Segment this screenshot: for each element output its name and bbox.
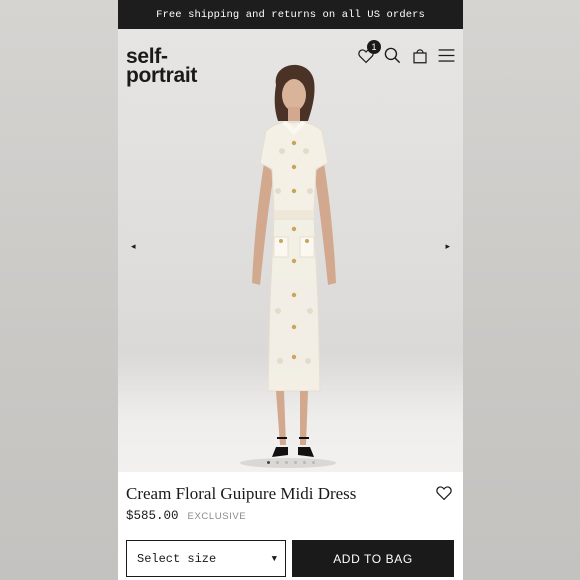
header-actions: 1 [355, 40, 457, 66]
search-button[interactable] [382, 45, 403, 66]
product-image-gallery[interactable]: self- portrait 1 ◂ ▸ [118, 29, 463, 472]
promo-banner: Free shipping and returns on all US orde… [118, 0, 463, 29]
gallery-dot-4[interactable] [293, 461, 297, 464]
gallery-next-arrow[interactable]: ▸ [445, 241, 450, 252]
add-to-bag-button[interactable]: ADD TO BAG [292, 540, 454, 577]
product-page: Free shipping and returns on all US orde… [118, 0, 463, 580]
gallery-pagination [118, 461, 463, 464]
promo-text: Free shipping and returns on all US orde… [156, 8, 425, 21]
gallery-dot-3[interactable] [284, 461, 288, 464]
exclusive-tag: EXCLUSIVE [187, 511, 247, 522]
brand-logo-line2: portrait [126, 64, 198, 87]
gallery-dot-6[interactable] [311, 461, 315, 464]
chevron-down-icon: ▼ [271, 553, 277, 564]
size-select-placeholder: Select size [137, 551, 217, 566]
brand-logo[interactable]: self- portrait [126, 46, 198, 87]
wishlist-button[interactable]: 1 [355, 40, 381, 66]
bag-button[interactable] [409, 45, 430, 66]
gallery-dot-5[interactable] [302, 461, 306, 464]
wishlist-count-badge: 1 [367, 40, 381, 54]
hamburger-menu-icon [438, 49, 455, 62]
background-blur-left [0, 0, 118, 580]
add-to-wishlist-heart-icon[interactable] [435, 484, 453, 502]
gallery-prev-arrow[interactable]: ◂ [131, 241, 136, 252]
size-select[interactable]: Select size ▼ [126, 540, 286, 577]
menu-button[interactable] [436, 45, 457, 66]
product-photo-model [240, 64, 336, 468]
price-row: $585.00 EXCLUSIVE [126, 509, 246, 523]
background-blur-right [463, 0, 580, 580]
product-title: Cream Floral Guipure Midi Dress [126, 484, 357, 503]
search-icon [384, 47, 401, 64]
gallery-dot-1[interactable] [266, 461, 270, 464]
gallery-dot-2[interactable] [275, 461, 279, 464]
product-price: $585.00 [126, 509, 179, 523]
shopping-bag-icon [412, 48, 427, 63]
